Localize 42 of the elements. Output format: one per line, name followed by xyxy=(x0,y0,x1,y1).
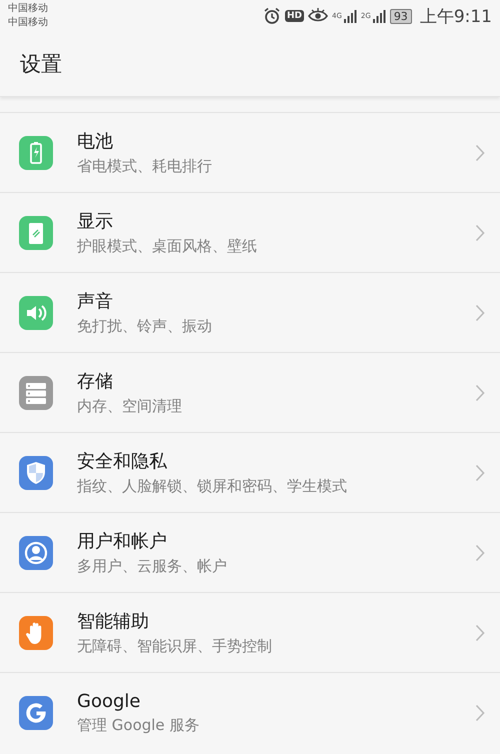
item-title: 电池 xyxy=(77,130,114,153)
chevron-right-icon xyxy=(475,624,485,642)
settings-item[interactable]: 存储 内存、空间清理 xyxy=(0,352,500,432)
chevron-right-icon xyxy=(475,144,485,162)
item-subtitle: 无障碍、智能识屏、手势控制 xyxy=(77,637,273,656)
settings-item[interactable]: 智能辅助 无障碍、智能识屏、手势控制 xyxy=(0,592,500,672)
carrier-name: 中国移动 xyxy=(8,2,48,16)
item-subtitle: 指纹、人脸解锁、锁屏和密码、学生模式 xyxy=(77,477,348,496)
settings-item[interactable]: 用户和帐户 多用户、云服务、帐户 xyxy=(0,512,500,592)
eye-icon xyxy=(308,8,328,24)
settings-item[interactable]: 显示 护眼模式、桌面风格、壁纸 xyxy=(0,192,500,272)
chevron-right-icon xyxy=(475,304,485,322)
battery-level: 93 xyxy=(390,8,412,24)
page-title: 设置 xyxy=(20,51,62,78)
item-subtitle: 省电模式、耗电排行 xyxy=(77,157,213,176)
item-title: Google xyxy=(77,690,142,712)
item-title: 智能辅助 xyxy=(77,610,150,633)
item-subtitle: 护眼模式、桌面风格、壁纸 xyxy=(77,237,258,256)
item-title: 声音 xyxy=(77,290,114,313)
item-title: 显示 xyxy=(77,210,114,233)
item-title: 存储 xyxy=(77,370,114,393)
signal-icon xyxy=(342,9,357,23)
item-title: 安全和隐私 xyxy=(77,450,168,473)
settings-item[interactable]: 声音 免打扰、铃声、振动 xyxy=(0,272,500,352)
item-subtitle: 管理 Google 服务 xyxy=(77,716,200,734)
carrier-name: 中国移动 xyxy=(8,16,48,30)
item-title: 用户和帐户 xyxy=(77,530,168,553)
chevron-right-icon xyxy=(475,704,485,722)
item-subtitle: 多用户、云服务、帐户 xyxy=(77,557,228,576)
chevron-right-icon xyxy=(475,544,485,562)
signal-icon xyxy=(372,9,386,23)
alarm-icon xyxy=(263,7,282,25)
item-subtitle: 内存、空间清理 xyxy=(77,397,183,416)
hd-badge: HD xyxy=(285,10,304,22)
chevron-right-icon xyxy=(475,464,485,482)
settings-item[interactable]: Google 管理 Google 服务 xyxy=(0,672,500,752)
chevron-right-icon xyxy=(475,384,485,402)
settings-item[interactable]: 安全和隐私 指纹、人脸解锁、锁屏和密码、学生模式 xyxy=(0,432,500,512)
settings-item[interactable]: 电池 省电模式、耗电排行 xyxy=(0,112,500,192)
clock-time: 上午9:11 xyxy=(420,6,492,28)
item-subtitle: 免打扰、铃声、振动 xyxy=(77,317,213,336)
chevron-right-icon xyxy=(475,224,485,242)
